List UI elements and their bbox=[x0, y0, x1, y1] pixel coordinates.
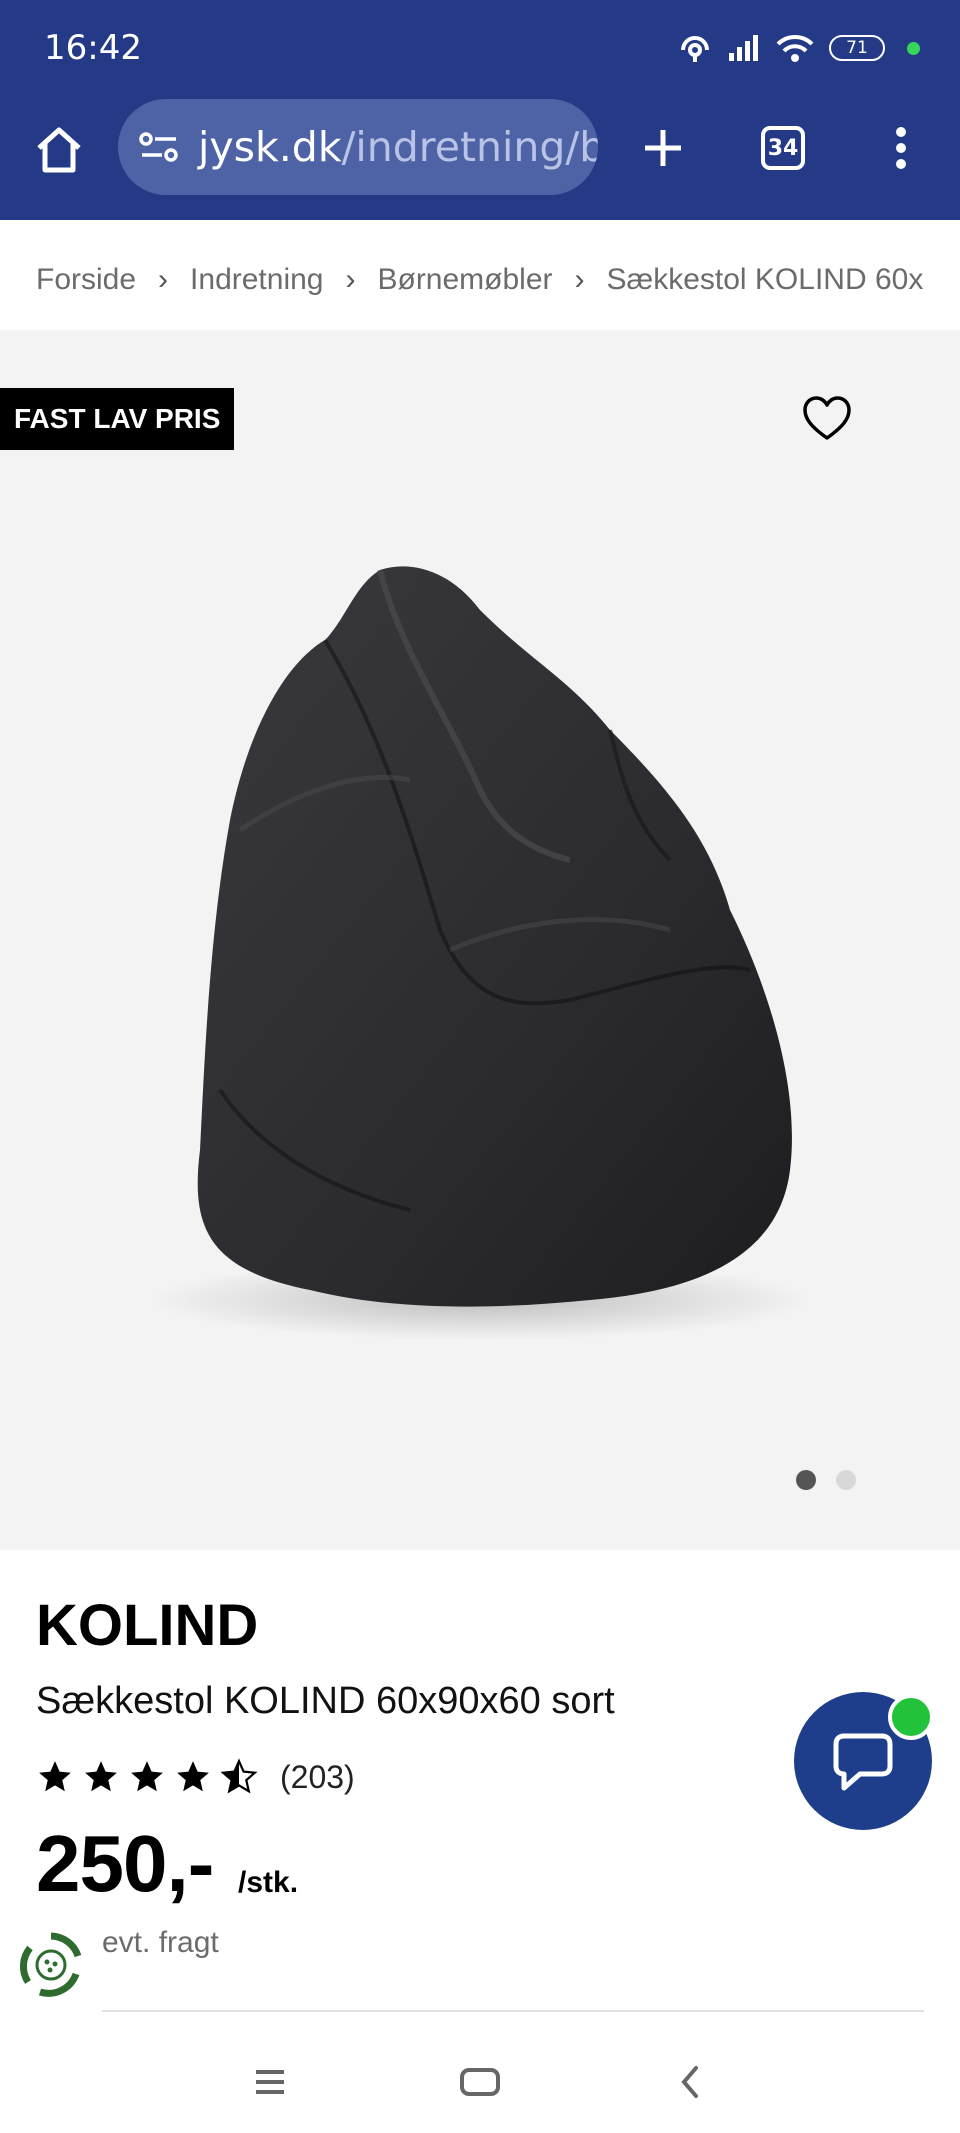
status-icons: 71 bbox=[677, 28, 920, 68]
product-gallery[interactable]: FAST LAV PRIS bbox=[0, 330, 960, 1550]
breadcrumb-separator: › bbox=[158, 263, 169, 296]
new-tab-button[interactable] bbox=[628, 113, 698, 183]
tab-count: 34 bbox=[761, 126, 805, 170]
breadcrumb-item-current: Sækkestol KOLIND 60x bbox=[606, 263, 924, 296]
star-half-icon bbox=[220, 1758, 258, 1794]
url-path: /indretning/bor bbox=[341, 123, 598, 171]
chevron-left-icon bbox=[681, 2066, 698, 2098]
product-brand: KOLIND bbox=[36, 1593, 259, 1658]
star-full-icon bbox=[39, 1761, 71, 1792]
gallery-dot-2[interactable] bbox=[836, 1470, 856, 1490]
divider bbox=[102, 2010, 924, 2012]
browser-chrome: 16:42 71 jysk.dk/indretning/b 34 bbox=[0, 0, 960, 220]
system-nav-bar bbox=[0, 2030, 960, 2133]
star-full-icon bbox=[85, 1761, 117, 1792]
breadcrumb-item-bornemobler[interactable]: Børnemøbler bbox=[377, 263, 552, 297]
product-rating[interactable]: (203) bbox=[36, 1758, 355, 1796]
back-button[interactable] bbox=[660, 2052, 720, 2112]
gallery-dot-1[interactable] bbox=[796, 1470, 816, 1490]
recycle-icon bbox=[19, 1932, 82, 1997]
address-bar[interactable]: jysk.dk/indretning/bor bbox=[118, 99, 598, 195]
heart-icon[interactable] bbox=[800, 392, 854, 446]
breadcrumb-separator: › bbox=[574, 263, 585, 296]
gallery-pagination bbox=[796, 1470, 856, 1490]
browser-toolbar: jysk.dk/indretning/bor 34 bbox=[0, 95, 960, 205]
breadcrumb-separator: › bbox=[345, 263, 356, 296]
more-vert-icon bbox=[896, 127, 906, 169]
breadcrumb-item-forside[interactable]: Forside bbox=[36, 263, 136, 297]
plus-icon bbox=[645, 130, 681, 166]
chat-button[interactable] bbox=[794, 1692, 934, 1830]
signal-icon bbox=[729, 35, 758, 61]
breadcrumb: Forside › Indretning › Børnemøbler › Sæk… bbox=[36, 230, 960, 330]
status-time: 16:42 bbox=[44, 28, 142, 68]
breadcrumb-item-indretning[interactable]: Indretning bbox=[190, 263, 323, 297]
home-icon bbox=[37, 127, 81, 173]
product-price: 250,- bbox=[36, 1819, 214, 1908]
price-unit: /stk. bbox=[238, 1866, 299, 1899]
product-image bbox=[150, 566, 810, 1340]
menu-lines-icon bbox=[256, 2070, 284, 2094]
product-name: Sækkestol KOLIND 60x90x60 sort bbox=[36, 1680, 615, 1722]
hotspot-icon bbox=[681, 36, 709, 62]
battery-icon: 71 bbox=[829, 35, 885, 61]
more-menu-button[interactable] bbox=[866, 113, 936, 183]
online-indicator bbox=[888, 1694, 934, 1740]
star-full-icon bbox=[131, 1761, 163, 1792]
status-bar: 16:42 71 bbox=[0, 0, 960, 95]
site-settings-icon[interactable] bbox=[136, 127, 186, 167]
price-badge: FAST LAV PRIS bbox=[0, 388, 235, 450]
chat-bubble-icon bbox=[833, 1733, 893, 1791]
privacy-indicator bbox=[907, 41, 920, 55]
rating-count[interactable]: (203) bbox=[280, 1759, 355, 1796]
freight-note: evt. fragt bbox=[102, 1926, 219, 1959]
battery-level: 71 bbox=[846, 38, 868, 58]
url-domain: jysk.dk bbox=[198, 123, 342, 171]
tab-switcher-button[interactable]: 34 bbox=[748, 113, 818, 183]
home-button[interactable] bbox=[24, 115, 94, 185]
star-full-icon bbox=[177, 1761, 209, 1792]
wifi-icon bbox=[776, 34, 814, 62]
home-square-icon bbox=[460, 2068, 500, 2096]
home-nav-button[interactable] bbox=[450, 2052, 510, 2112]
recents-button[interactable] bbox=[240, 2052, 300, 2112]
url-text: jysk.dk/indretning/bor bbox=[198, 123, 598, 171]
